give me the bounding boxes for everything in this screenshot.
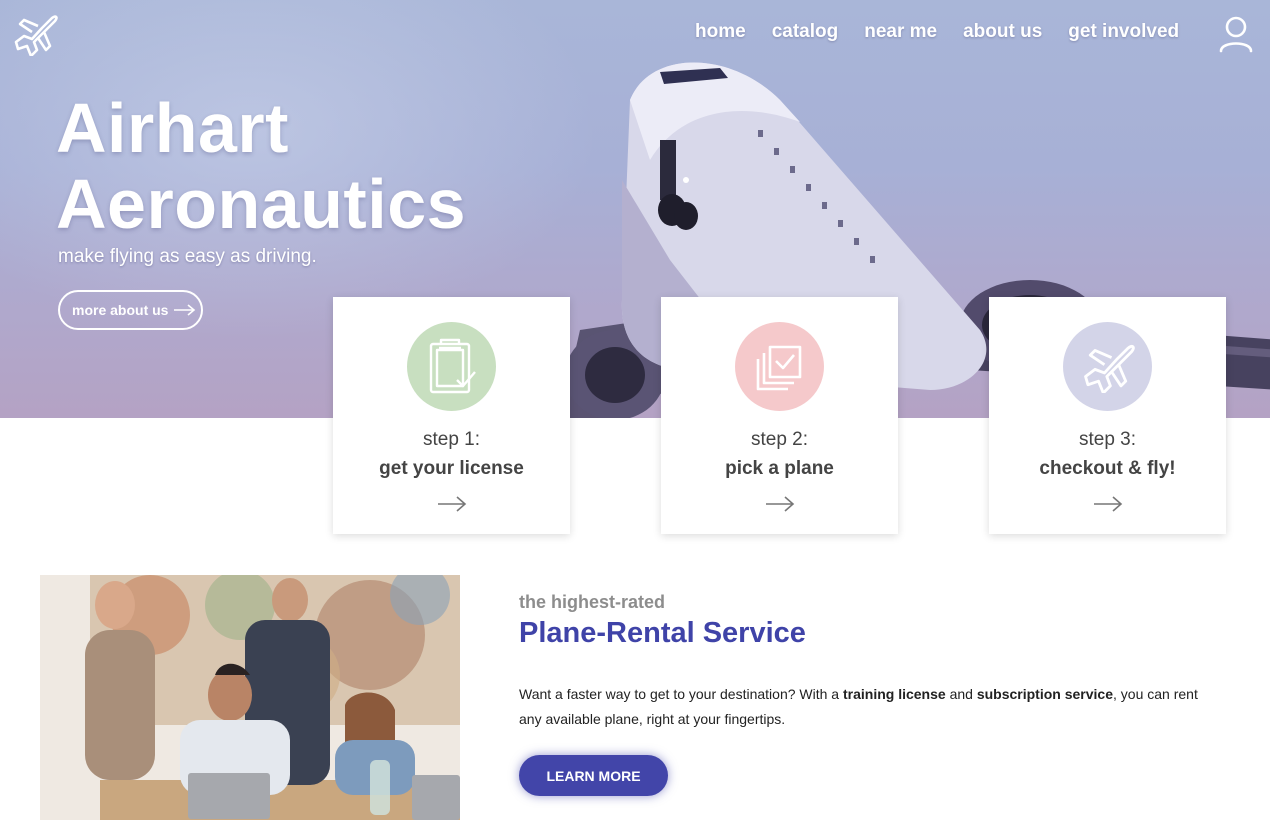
nav-about-us[interactable]: about us: [950, 20, 1055, 44]
step-icon-circle: [1063, 322, 1152, 411]
step-card-license[interactable]: step 1: get your license: [333, 297, 570, 534]
nav-near-me[interactable]: near me: [851, 20, 950, 44]
more-about-us-button[interactable]: more about us: [58, 290, 203, 330]
team-photo: [40, 575, 460, 820]
page: home catalog near me about us get involv…: [0, 0, 1270, 820]
arrow-right-icon: [766, 496, 795, 512]
step-number: step 3:: [1078, 429, 1137, 450]
step-number: step 2:: [750, 429, 809, 450]
arrow-right-icon: [438, 496, 467, 512]
body-bold-subscription-service: subscription service: [976, 686, 1113, 702]
section-headline: Plane-Rental Service: [519, 617, 806, 649]
hero-title-line1: Airhart: [56, 89, 289, 167]
body-text-part: and: [945, 686, 977, 702]
nav-catalog[interactable]: catalog: [759, 20, 852, 44]
step-title: pick a plane: [725, 458, 834, 479]
airhart-logo-icon[interactable]: [12, 12, 58, 56]
arrow-right-icon: [174, 304, 196, 316]
step-title: get your license: [379, 458, 524, 479]
airplane-icon: [1083, 344, 1135, 393]
nav-get-involved[interactable]: get involved: [1055, 20, 1192, 44]
step-number: step 1:: [422, 429, 481, 450]
more-about-us-label: more about us: [72, 302, 169, 318]
step-card-plane[interactable]: step 2: pick a plane: [661, 297, 898, 534]
step-card-checkout[interactable]: step 3: checkout & fly!: [989, 297, 1226, 534]
section-body: Want a faster way to get to your destina…: [519, 682, 1209, 732]
step-title: checkout & fly!: [1039, 458, 1176, 479]
clipboard-check-icon: [429, 338, 476, 393]
body-bold-training-license: training license: [842, 686, 946, 702]
nav-home[interactable]: home: [682, 20, 759, 44]
body-text-part: Want a faster way to get to your destina…: [519, 686, 843, 702]
hero-title-line2: Aeronautics: [56, 165, 467, 243]
step-icon-circle: [735, 322, 824, 411]
section-eyebrow: the highest-rated: [519, 592, 666, 612]
hero-subtitle: make flying as easy as driving.: [58, 246, 317, 267]
main-nav: home catalog near me about us get involv…: [682, 20, 1192, 44]
gallery-check-icon: [756, 345, 801, 390]
step-icon-circle: [407, 322, 496, 411]
user-account-icon[interactable]: [1218, 15, 1254, 53]
arrow-right-icon: [1094, 496, 1123, 512]
hero-title: Airhart Aeronautics: [56, 90, 466, 242]
learn-more-button[interactable]: LEARN MORE: [519, 755, 668, 796]
